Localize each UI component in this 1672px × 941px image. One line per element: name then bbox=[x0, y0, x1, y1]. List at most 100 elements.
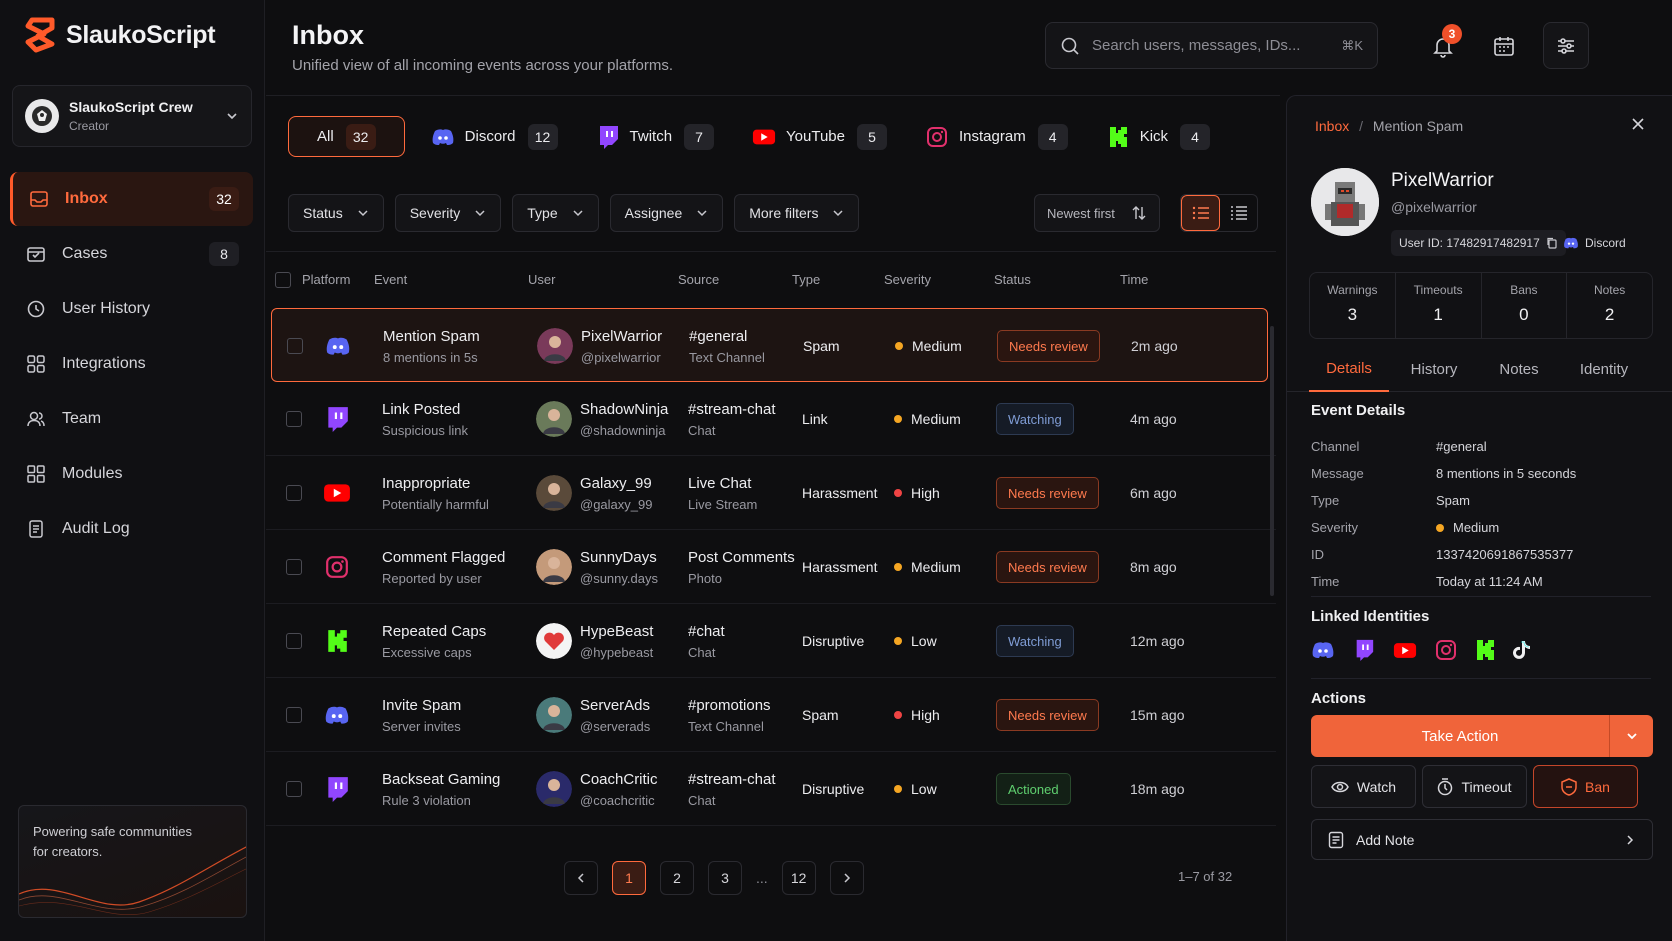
table-row[interactable]: Comment Flagged Reported by user SunnyDays… bbox=[266, 530, 1276, 604]
status-badge[interactable]: Actioned bbox=[996, 773, 1071, 805]
notifications-button[interactable]: 3 bbox=[1420, 22, 1466, 69]
ban-button[interactable]: Ban bbox=[1533, 765, 1638, 808]
user-name[interactable]: PixelWarrior bbox=[581, 328, 662, 345]
watch-button[interactable]: Watch bbox=[1311, 765, 1416, 808]
twitch-icon[interactable] bbox=[1353, 639, 1375, 661]
take-action-menu-button[interactable] bbox=[1609, 715, 1653, 757]
tab-count: 7 bbox=[684, 123, 715, 150]
event-type: Spam bbox=[802, 707, 839, 723]
sidebar-item-audit-log[interactable]: Audit Log bbox=[10, 502, 253, 556]
tab-twitch[interactable]: Twitch 7 bbox=[584, 116, 727, 157]
next-page-button[interactable] bbox=[829, 861, 864, 895]
workspace-switcher[interactable]: SlaukoScript Crew Creator bbox=[12, 85, 252, 147]
row-checkbox[interactable] bbox=[286, 485, 302, 501]
table-row[interactable]: Link Posted Suspicious link ShadowNinja @sh… bbox=[266, 382, 1276, 456]
table-row[interactable]: Backseat Gaming Rule 3 violation CoachCrit… bbox=[266, 752, 1276, 826]
status-badge[interactable]: Needs review bbox=[996, 477, 1099, 509]
list-view-button[interactable] bbox=[1181, 195, 1220, 231]
status-badge[interactable]: Watching bbox=[996, 625, 1074, 657]
sidebar-item-modules[interactable]: Modules bbox=[10, 447, 253, 501]
tab-identity[interactable]: Identity bbox=[1564, 346, 1644, 392]
filter-type[interactable]: Type bbox=[512, 194, 599, 232]
user-name[interactable]: HypeBeast bbox=[580, 623, 653, 640]
tab-instagram[interactable]: Instagram 4 bbox=[913, 116, 1080, 157]
tab-all[interactable]: All 32 bbox=[288, 116, 405, 157]
event-time: 2m ago bbox=[1131, 338, 1178, 354]
severity-label: Medium bbox=[911, 559, 961, 575]
timeout-button[interactable]: Timeout bbox=[1422, 765, 1527, 808]
tab-details[interactable]: Details bbox=[1309, 346, 1389, 392]
stat-value: 0 bbox=[1519, 305, 1529, 324]
settings-button[interactable] bbox=[1543, 22, 1589, 69]
tab-discord[interactable]: Discord 12 bbox=[419, 116, 570, 157]
filter-severity[interactable]: Severity bbox=[394, 194, 502, 232]
logo[interactable]: SlaukoScript bbox=[24, 16, 216, 54]
compact-view-button[interactable] bbox=[1220, 195, 1257, 231]
sort-dropdown[interactable]: Newest first bbox=[1034, 194, 1160, 232]
sidebar-item-team[interactable]: Team bbox=[10, 392, 253, 446]
user-id-chip[interactable]: User ID: 17482917482917 bbox=[1391, 230, 1566, 256]
table-row[interactable]: Repeated Caps Excessive caps HypeBeast @hyp… bbox=[266, 604, 1276, 678]
table-row[interactable]: Mention Spam 8 mentions in 5s PixelWarrior… bbox=[271, 308, 1268, 382]
page-button[interactable]: 12 bbox=[781, 861, 816, 895]
user-name[interactable]: ServerAds bbox=[580, 697, 650, 714]
row-checkbox[interactable] bbox=[286, 559, 302, 575]
tab-count: 5 bbox=[857, 123, 887, 150]
sidebar-item-label: Audit Log bbox=[62, 520, 130, 537]
search-input[interactable]: Search users, messages, IDs... ⌘K bbox=[1045, 22, 1378, 69]
filter-status[interactable]: Status bbox=[288, 194, 384, 232]
detail-row: ID 1337420691867535377 bbox=[1311, 541, 1651, 568]
sidebar-item-user-history[interactable]: User History bbox=[10, 282, 253, 336]
row-checkbox[interactable] bbox=[286, 411, 302, 427]
event-title: Backseat Gaming bbox=[382, 770, 501, 788]
tab-history[interactable]: History bbox=[1394, 346, 1474, 392]
sidebar-item-inbox[interactable]: Inbox 32 bbox=[10, 172, 253, 226]
add-note-button[interactable]: Add Note bbox=[1311, 819, 1653, 860]
kick-icon[interactable] bbox=[1475, 639, 1495, 661]
chevron-right-icon bbox=[1624, 834, 1636, 846]
row-checkbox[interactable] bbox=[286, 633, 302, 649]
tab-youtube[interactable]: YouTube 5 bbox=[740, 116, 899, 157]
filter-assignee[interactable]: Assignee bbox=[609, 194, 724, 232]
sidebar-item-integrations[interactable]: Integrations bbox=[10, 337, 253, 391]
tab-label: All bbox=[317, 128, 334, 145]
take-action-button[interactable]: Take Action bbox=[1311, 715, 1609, 757]
calendar-button[interactable] bbox=[1481, 22, 1527, 69]
source-name: #promotions bbox=[688, 696, 771, 714]
user-name[interactable]: SunnyDays bbox=[580, 549, 658, 566]
status-badge[interactable]: Needs review bbox=[996, 699, 1099, 731]
status-badge[interactable]: Needs review bbox=[996, 551, 1099, 583]
detail-value: Spam bbox=[1436, 493, 1470, 508]
page-button[interactable]: 2 bbox=[660, 861, 694, 895]
prev-page-button[interactable] bbox=[564, 861, 598, 895]
breadcrumb-separator: / bbox=[1359, 118, 1364, 134]
severity-dot bbox=[894, 415, 902, 423]
discord-icon[interactable] bbox=[1311, 641, 1335, 659]
row-checkbox[interactable] bbox=[286, 707, 302, 723]
select-all-checkbox[interactable] bbox=[275, 271, 291, 288]
row-checkbox[interactable] bbox=[287, 338, 303, 354]
status-badge[interactable]: Watching bbox=[996, 403, 1074, 435]
filter-more[interactable]: More filters bbox=[734, 194, 860, 232]
table-row[interactable]: Inappropriate Potentially harmful Galaxy_9… bbox=[266, 456, 1276, 530]
status-badge[interactable]: Needs review bbox=[997, 330, 1100, 362]
tab-kick[interactable]: Kick 4 bbox=[1094, 116, 1222, 157]
youtube-icon[interactable] bbox=[1393, 642, 1417, 659]
row-checkbox[interactable] bbox=[286, 781, 302, 797]
table-row[interactable]: Invite Spam Server invites ServerAds @serve… bbox=[266, 678, 1276, 752]
close-button[interactable] bbox=[1630, 116, 1646, 132]
tab-notes[interactable]: Notes bbox=[1479, 346, 1559, 392]
breadcrumb-inbox-link[interactable]: Inbox bbox=[1315, 118, 1349, 134]
instagram-icon bbox=[925, 125, 949, 149]
user-name[interactable]: Galaxy_99 bbox=[580, 475, 652, 492]
event-time: 18m ago bbox=[1130, 781, 1185, 797]
instagram-icon[interactable] bbox=[1435, 639, 1457, 661]
user-name[interactable]: CoachCritic bbox=[580, 771, 658, 788]
tiktok-icon[interactable] bbox=[1513, 640, 1531, 660]
user-name[interactable]: ShadowNinja bbox=[580, 401, 668, 418]
integrations-icon bbox=[24, 352, 48, 376]
table-scrollbar[interactable] bbox=[1270, 326, 1274, 596]
page-button[interactable]: 1 bbox=[612, 861, 646, 895]
sidebar-item-cases[interactable]: Cases 8 bbox=[10, 227, 253, 281]
page-button[interactable]: 3 bbox=[708, 861, 742, 895]
